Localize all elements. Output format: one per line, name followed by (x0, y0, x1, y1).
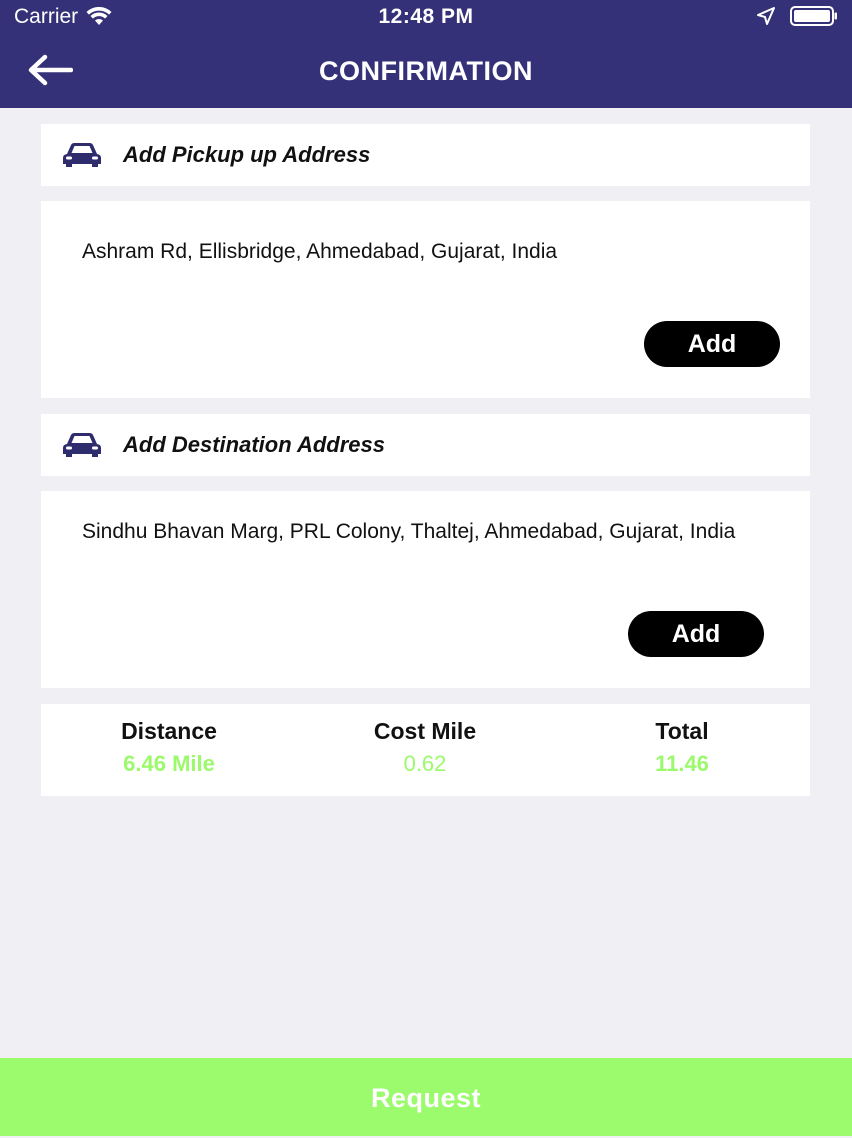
pickup-section-header: Add Pickup up Address (41, 124, 810, 186)
destination-section-header: Add Destination Address (41, 414, 810, 476)
total-label: Total (655, 718, 709, 744)
destination-address-card: Sindhu Bhavan Marg, PRL Colony, Thaltej,… (41, 491, 810, 688)
distance-summary: Distance 6.46 Mile (41, 718, 297, 777)
status-time: 12:48 PM (378, 5, 474, 28)
distance-label: Distance (121, 718, 217, 744)
cost-mile-summary: Cost Mile 0.62 (297, 718, 553, 777)
location-arrow-icon (757, 7, 775, 25)
pickup-address-text: Ashram Rd, Ellisbridge, Ahmedabad, Gujar… (82, 240, 558, 263)
status-right (756, 6, 838, 26)
distance-value: 6.46 Mile (123, 751, 215, 776)
pickup-section-title: Add Pickup up Address (123, 142, 371, 167)
total-value: 11.46 (655, 751, 709, 776)
pickup-add-button[interactable]: Add (644, 321, 780, 367)
destination-address-text: Sindhu Bhavan Marg, PRL Colony, Thaltej,… (82, 520, 736, 543)
status-bar: Carrier 12:48 PM (0, 0, 852, 34)
pickup-address-card: Ashram Rd, Ellisbridge, Ahmedabad, Gujar… (41, 201, 810, 398)
destination-add-button[interactable]: Add (628, 611, 764, 657)
destination-section-title: Add Destination Address (123, 432, 385, 457)
cost-mile-value: 0.62 (403, 751, 447, 776)
car-icon (63, 143, 101, 167)
car-icon (63, 433, 101, 457)
battery-icon (790, 6, 837, 26)
app-header: Carrier 12:48 PM CONFIRMATION (0, 0, 852, 108)
trip-summary: Distance 6.46 Mile Cost Mile 0.62 Total … (41, 704, 810, 796)
request-button[interactable]: Request (0, 1058, 852, 1136)
total-summary: Total 11.46 (554, 718, 810, 777)
cost-mile-label: Cost Mile (373, 718, 477, 744)
page-title: CONFIRMATION (319, 56, 533, 86)
